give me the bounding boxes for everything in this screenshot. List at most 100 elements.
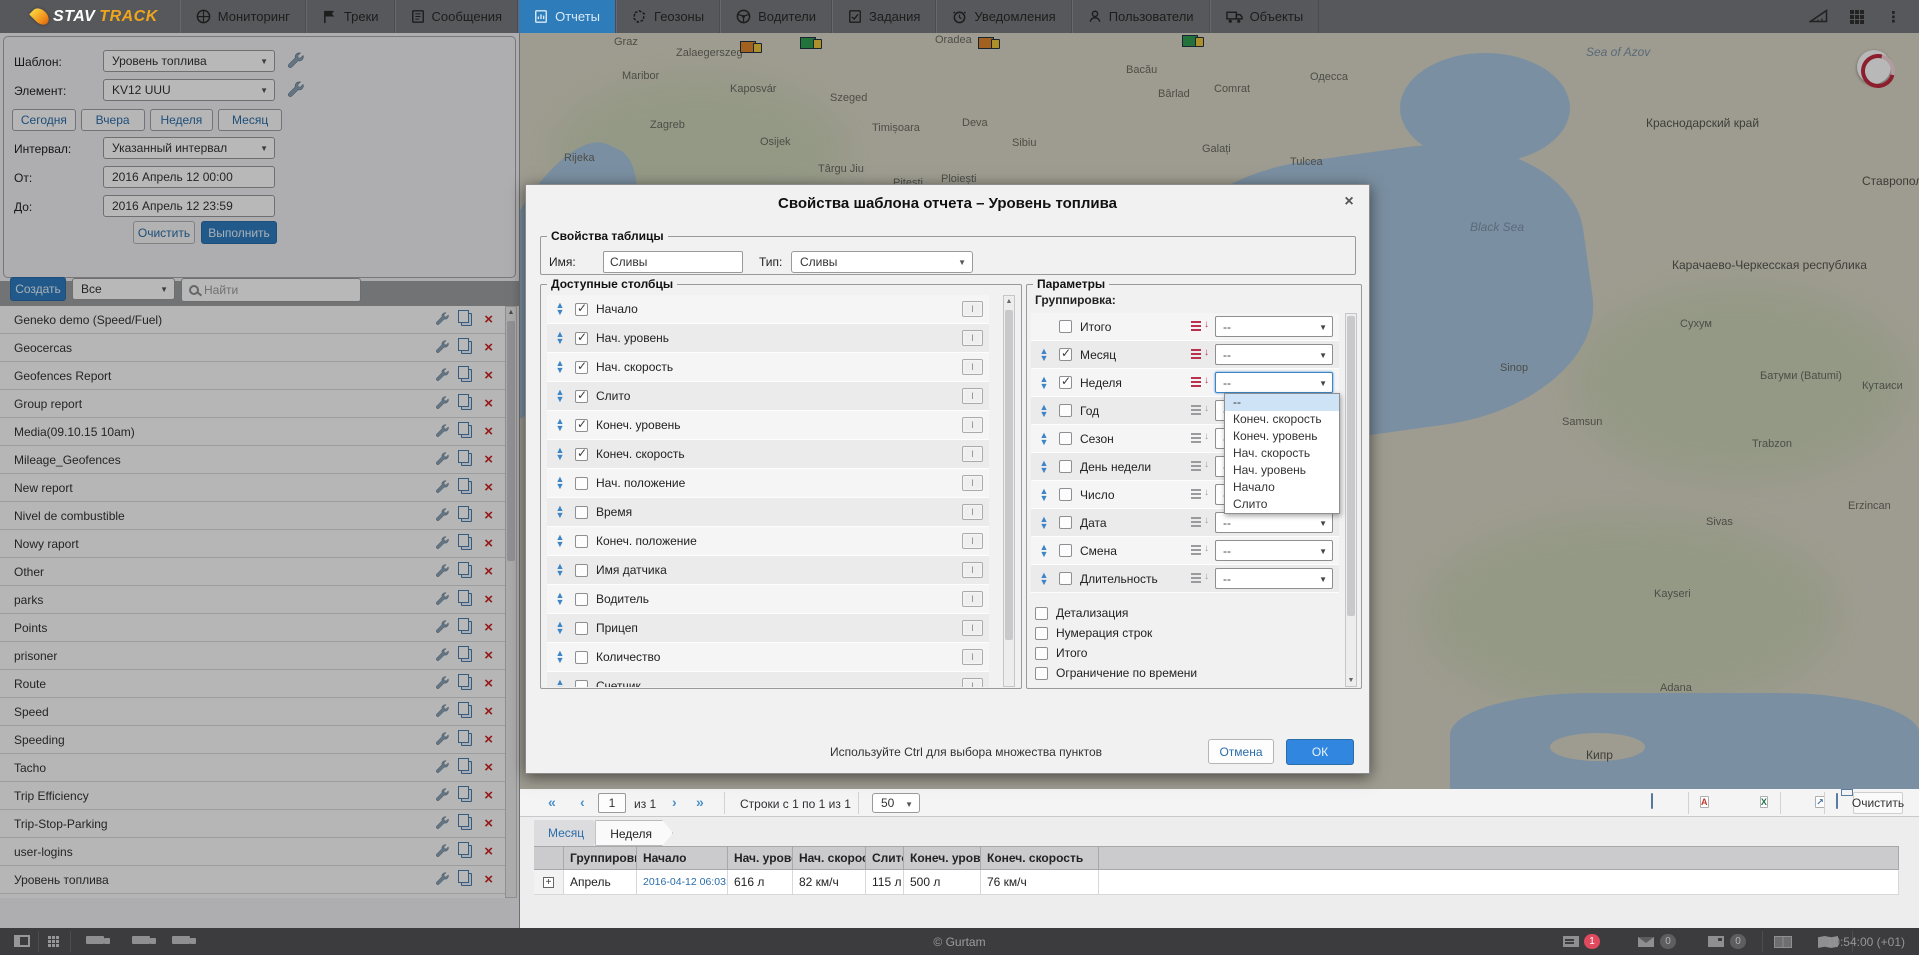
move-updown-icon[interactable]: [1037, 348, 1051, 362]
column-checkbox[interactable]: [575, 622, 588, 635]
move-updown-icon[interactable]: [553, 447, 567, 461]
move-updown-icon[interactable]: [553, 476, 567, 490]
tab-units[interactable]: Объекты: [1210, 0, 1320, 33]
table-cell[interactable]: 115 л: [866, 870, 904, 895]
move-updown-icon[interactable]: [553, 302, 567, 316]
notifications-badge[interactable]: 1: [1584, 934, 1600, 949]
column-row[interactable]: Конеч. скорость: [547, 440, 989, 469]
column-header[interactable]: Конеч. уровень: [904, 846, 981, 870]
column-checkbox[interactable]: [575, 448, 588, 461]
param-checkbox-row[interactable]: Нумерация строк: [1035, 623, 1197, 643]
custom-text-icon[interactable]: [962, 359, 983, 375]
move-updown-icon[interactable]: [1037, 460, 1051, 474]
print-icon[interactable]: [1836, 794, 1838, 808]
grouping-column-select[interactable]: --: [1215, 540, 1333, 561]
column-row[interactable]: Нач. уровень: [547, 324, 989, 353]
grouping-row[interactable]: Длительность --: [1031, 565, 1339, 593]
custom-text-icon[interactable]: [962, 504, 983, 520]
report-book-icon[interactable]: [1651, 794, 1653, 808]
param-checkbox[interactable]: [1035, 607, 1048, 620]
custom-text-icon[interactable]: [962, 533, 983, 549]
custom-text-icon[interactable]: [962, 620, 983, 636]
column-checkbox[interactable]: [575, 419, 588, 432]
dropdown-option[interactable]: Начало: [1225, 479, 1339, 496]
sort-order-icon[interactable]: [1191, 460, 1209, 473]
grouping-checkbox[interactable]: [1059, 460, 1072, 473]
apps-grid-icon[interactable]: [1850, 10, 1854, 14]
table-name-input[interactable]: [603, 251, 743, 273]
custom-text-icon[interactable]: [962, 446, 983, 462]
custom-text-icon[interactable]: [962, 330, 983, 346]
scroll-down-icon[interactable]: ▼: [1346, 677, 1356, 684]
grouping-checkbox[interactable]: [1059, 348, 1072, 361]
export-excel-icon[interactable]: [1760, 796, 1768, 808]
custom-text-icon[interactable]: [962, 417, 983, 433]
dropdown-option[interactable]: Конеч. скорость: [1225, 411, 1339, 428]
tab-month[interactable]: Месяц: [534, 820, 604, 846]
dropdown-option[interactable]: Нач. скорость: [1225, 445, 1339, 462]
column-row[interactable]: Конеч. уровень: [547, 411, 989, 440]
move-updown-icon[interactable]: [553, 505, 567, 519]
move-updown-icon[interactable]: [553, 418, 567, 432]
column-checkbox[interactable]: [575, 564, 588, 577]
move-updown-icon[interactable]: [1037, 404, 1051, 418]
tab-messages[interactable]: Сообщения: [395, 0, 519, 33]
grouping-row[interactable]: Итого --: [1031, 313, 1339, 341]
sort-order-icon[interactable]: [1191, 320, 1209, 333]
move-updown-icon[interactable]: [553, 534, 567, 548]
column-header[interactable]: Группировка: [564, 846, 637, 870]
ruler-measure-icon[interactable]: [1809, 8, 1828, 26]
sort-order-icon[interactable]: [1191, 404, 1209, 417]
grouping-column-select[interactable]: --: [1215, 372, 1333, 393]
column-row[interactable]: Водитель: [547, 585, 989, 614]
move-updown-icon[interactable]: [553, 592, 567, 606]
custom-text-icon[interactable]: [962, 649, 983, 665]
custom-text-icon[interactable]: [962, 301, 983, 317]
move-updown-icon[interactable]: [1037, 488, 1051, 502]
driver-messages-icon[interactable]: [1638, 937, 1654, 947]
move-updown-icon[interactable]: [1037, 544, 1051, 558]
tab-jobs[interactable]: Задания: [832, 0, 936, 33]
tab-geofences[interactable]: Геозоны: [616, 0, 720, 33]
param-checkbox-row[interactable]: Детализация: [1035, 603, 1197, 623]
cancel-button[interactable]: Отмена: [1208, 739, 1274, 764]
column-checkbox[interactable]: [575, 303, 588, 316]
column-row[interactable]: Нач. положение: [547, 469, 989, 498]
grouping-checkbox[interactable]: [1059, 516, 1072, 529]
tab-tracks[interactable]: Треки: [306, 0, 395, 33]
column-checkbox[interactable]: [575, 593, 588, 606]
grouping-row[interactable]: Месяц --: [1031, 341, 1339, 369]
column-checkbox[interactable]: [575, 535, 588, 548]
move-updown-icon[interactable]: [1037, 432, 1051, 446]
ok-button[interactable]: ОК: [1286, 739, 1354, 765]
grouping-column-select[interactable]: --: [1215, 512, 1333, 533]
column-checkbox[interactable]: [575, 477, 588, 490]
param-checkbox-row[interactable]: Ограничение по времени: [1035, 663, 1197, 683]
grouping-row[interactable]: Смена --: [1031, 537, 1339, 565]
export-pdf-icon[interactable]: [1700, 796, 1709, 808]
column-checkbox[interactable]: [575, 680, 588, 688]
tab-monitoring[interactable]: Мониторинг: [180, 0, 306, 33]
kebab-menu-icon[interactable]: ⋮: [1886, 8, 1901, 26]
table-cell[interactable]: 2016-04-12 06:03:34: [637, 870, 728, 895]
grouping-checkbox[interactable]: [1059, 544, 1072, 557]
media-badge[interactable]: 0: [1730, 934, 1746, 949]
move-updown-icon[interactable]: [553, 331, 567, 345]
grouping-column-select[interactable]: --: [1215, 568, 1333, 589]
column-header[interactable]: Конеч. скорость: [981, 846, 1099, 870]
grouping-checkbox[interactable]: [1059, 404, 1072, 417]
column-row[interactable]: Количество: [547, 643, 989, 672]
param-checkbox[interactable]: [1035, 627, 1048, 640]
table-cell[interactable]: 76 км/ч: [981, 870, 1099, 895]
table-cell[interactable]: Апрель: [564, 870, 637, 895]
messages-badge[interactable]: 0: [1660, 934, 1676, 949]
grouping-column-select[interactable]: --: [1215, 316, 1333, 337]
column-header[interactable]: Слито: [866, 846, 904, 870]
custom-text-icon[interactable]: [962, 591, 983, 607]
column-row[interactable]: Нач. скорость: [547, 353, 989, 382]
tab-drivers[interactable]: Водители: [720, 0, 832, 33]
param-checkbox[interactable]: [1035, 667, 1048, 680]
scrollbar-thumb[interactable]: [1005, 310, 1013, 640]
sort-order-icon[interactable]: [1191, 516, 1209, 529]
next-page-button[interactable]: ›: [672, 794, 677, 810]
